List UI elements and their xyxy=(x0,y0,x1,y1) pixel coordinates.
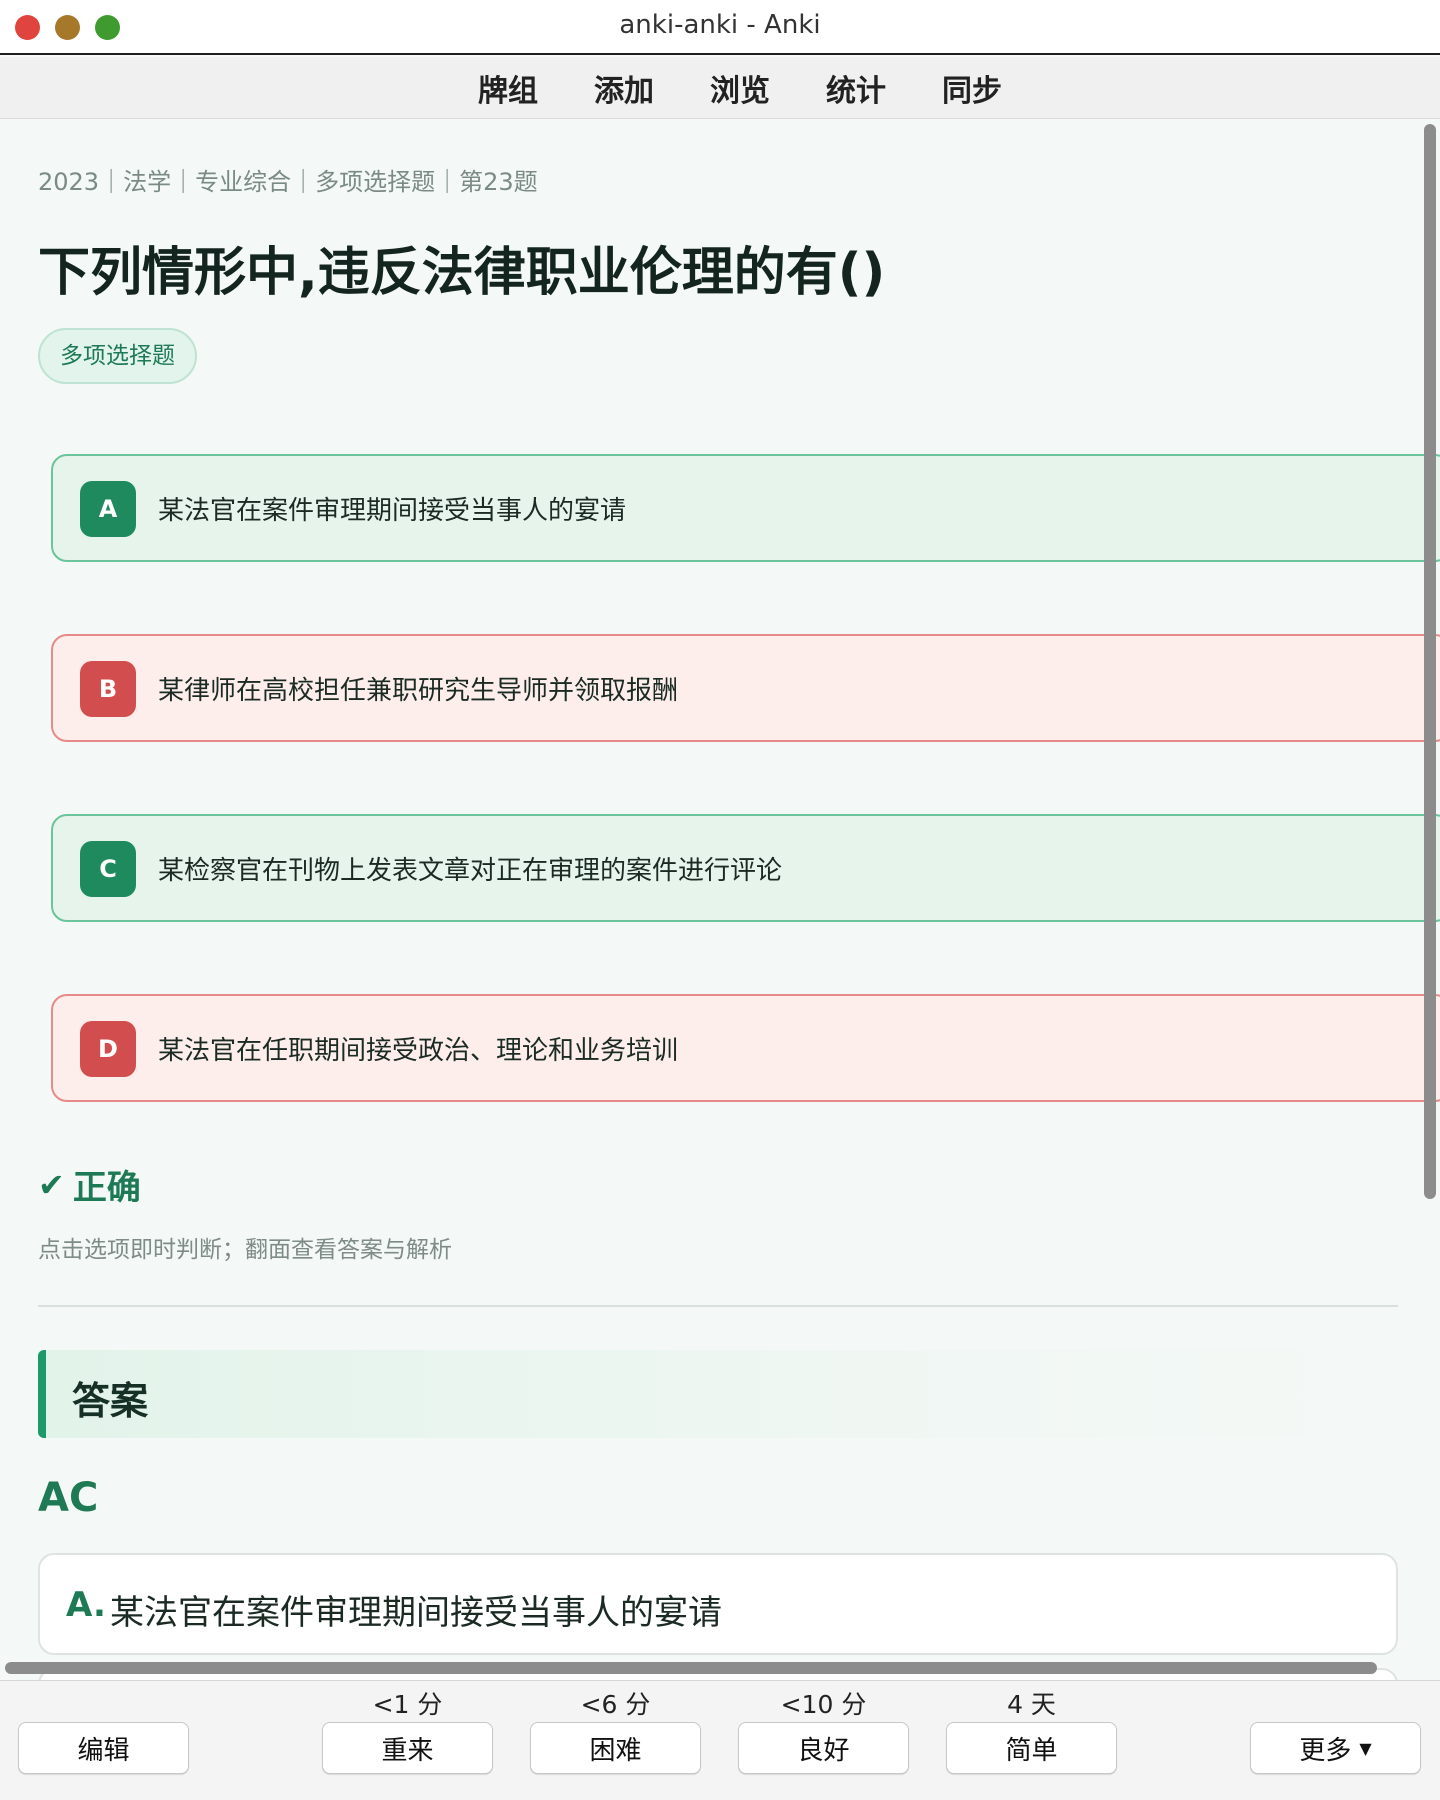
more-button[interactable]: 更多 ▼ xyxy=(1250,1722,1421,1774)
option-d[interactable]: D 某法官在任职期间接受政治、理论和业务培训 xyxy=(51,994,1440,1102)
hard-button[interactable]: 困难 xyxy=(530,1722,701,1774)
result-status: ✔ 正确 xyxy=(38,1160,141,1209)
option-text: 某法官在任职期间接受政治、理论和业务培训 xyxy=(158,1036,679,1066)
hint-text: 点击选项即时判断；翻面查看答案与解析 xyxy=(38,1237,452,1263)
window-title: anki-anki - Anki xyxy=(619,10,821,40)
horizontal-scrollbar[interactable] xyxy=(5,1662,1377,1674)
explanation-letter: A. xyxy=(66,1585,106,1625)
toolbar-decks[interactable]: 牌组 xyxy=(450,66,566,110)
option-a[interactable]: A 某法官在案件审理期间接受当事人的宴请 xyxy=(51,454,1440,562)
hard-interval: <6 分 xyxy=(580,1690,651,1719)
divider xyxy=(38,1305,1398,1307)
again-button[interactable]: 重来 xyxy=(322,1722,493,1774)
option-text: 某律师在高校担任兼职研究生导师并领取报酬 xyxy=(158,676,679,706)
card-content: 2023｜法学｜专业综合｜多项选择题｜第23题 下列情形中,违反法律职业伦理的有… xyxy=(0,120,1440,1680)
option-letter: C xyxy=(80,841,136,897)
edit-button[interactable]: 编辑 xyxy=(18,1722,189,1774)
vertical-scrollbar[interactable] xyxy=(1424,124,1436,1199)
explanation-card: A. 某法官在案件审理期间接受当事人的宴请 xyxy=(38,1553,1398,1655)
answer-value: AC xyxy=(38,1475,99,1521)
toolbar-stats[interactable]: 统计 xyxy=(798,66,914,110)
option-text: 某检察官在刊物上发表文章对正在审理的案件进行评论 xyxy=(158,856,783,886)
window-titlebar: anki-anki - Anki xyxy=(0,0,1440,55)
result-label: 正确 xyxy=(72,1168,141,1208)
answer-heading-label: 答案 xyxy=(72,1379,149,1423)
checkmark-icon: ✔ xyxy=(38,1165,65,1204)
answer-section-heading: 答案 xyxy=(38,1350,1398,1438)
review-bottom-bar: 编辑 <1 分 重来 <6 分 困难 <10 分 良好 4 天 简单 更多 ▼ xyxy=(0,1680,1440,1800)
option-letter: A xyxy=(80,481,136,537)
question-text: 下列情形中,违反法律职业伦理的有() xyxy=(38,243,886,303)
good-button[interactable]: 良好 xyxy=(738,1722,909,1774)
option-letter: B xyxy=(80,661,136,717)
option-text: 某法官在案件审理期间接受当事人的宴请 xyxy=(158,496,627,526)
more-label: 更多 xyxy=(1299,1735,1352,1766)
again-interval: <1 分 xyxy=(372,1690,443,1719)
card-meta: 2023｜法学｜专业综合｜多项选择题｜第23题 xyxy=(38,168,538,196)
caret-down-icon: ▼ xyxy=(1359,1738,1372,1758)
option-c[interactable]: C 某检察官在刊物上发表文章对正在审理的案件进行评论 xyxy=(51,814,1440,922)
easy-interval: 4 天 xyxy=(1007,1690,1056,1719)
toolbar-add[interactable]: 添加 xyxy=(566,66,682,110)
explanation-text: 某法官在案件审理期间接受当事人的宴请 xyxy=(110,1593,722,1633)
question-type-badge: 多项选择题 xyxy=(38,328,197,384)
good-interval: <10 分 xyxy=(780,1690,867,1719)
option-letter: D xyxy=(80,1021,136,1077)
toolbar-sync[interactable]: 同步 xyxy=(914,66,1030,110)
easy-button[interactable]: 简单 xyxy=(946,1722,1117,1774)
main-toolbar: 牌组 添加 浏览 统计 同步 xyxy=(0,57,1440,119)
toolbar-browse[interactable]: 浏览 xyxy=(682,66,798,110)
option-b[interactable]: B 某律师在高校担任兼职研究生导师并领取报酬 xyxy=(51,634,1440,742)
